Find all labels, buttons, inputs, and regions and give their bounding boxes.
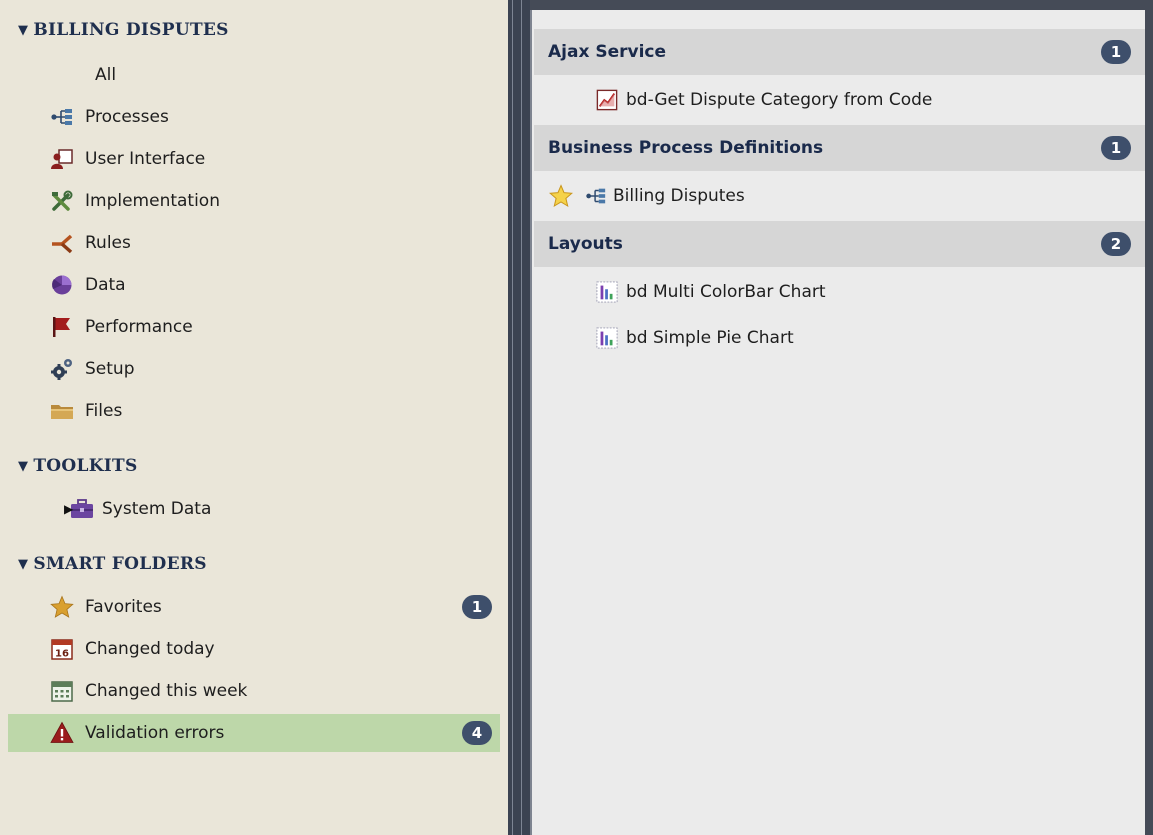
nav-item-label: All: [95, 65, 117, 85]
nav-item-user-interface[interactable]: User Interface: [8, 140, 500, 178]
section-header-toolkits[interactable]: ▼ TOOLKITS: [18, 456, 138, 476]
process-icon: [51, 109, 72, 125]
nav-item-system-data[interactable]: ▶ System Data: [8, 490, 500, 528]
nav-item-label: Performance: [85, 317, 193, 337]
item-label: bd-Get Dispute Category from Code: [626, 90, 933, 110]
group-header-business-process-definitions[interactable]: Business Process Definitions 1: [534, 125, 1145, 171]
group-title: Ajax Service: [548, 42, 667, 62]
list-item-multi-colorbar-chart[interactable]: bd Multi ColorBar Chart: [534, 269, 1145, 315]
group-header-layouts[interactable]: Layouts 2: [534, 221, 1145, 267]
nav-item-files[interactable]: Files: [8, 392, 500, 430]
nav-item-label: Setup: [85, 359, 135, 379]
warning-icon: [50, 721, 74, 743]
item-label: bd Simple Pie Chart: [626, 328, 794, 348]
nav-item-changed-this-week[interactable]: Changed this week: [8, 672, 500, 710]
nav-item-validation-errors[interactable]: Validation errors 4: [8, 714, 500, 752]
group-title: Layouts: [548, 234, 623, 254]
calendar-week-icon: [51, 681, 73, 702]
nav-item-label: Processes: [85, 107, 169, 127]
nav-item-rules[interactable]: Rules: [8, 224, 500, 262]
nav-item-processes[interactable]: Processes: [8, 98, 500, 136]
expand-triangle-icon[interactable]: ▼: [18, 459, 28, 474]
layout-chart-icon: [596, 281, 618, 303]
expand-triangle-icon[interactable]: ▼: [18, 557, 28, 572]
section-title: SMART FOLDERS: [33, 554, 207, 574]
item-label: bd Multi ColorBar Chart: [626, 282, 826, 302]
nav-item-label: Validation errors: [85, 723, 225, 743]
user-interface-icon: [51, 149, 73, 169]
section-title: TOOLKITS: [33, 456, 138, 476]
toolkit-briefcase-icon: [71, 499, 93, 518]
panel-right-edge: [1145, 0, 1153, 835]
group-header-ajax-service[interactable]: Ajax Service 1: [534, 29, 1145, 75]
nav-item-label: User Interface: [85, 149, 206, 169]
implementation-tools-icon: [52, 190, 73, 211]
pane-splitter[interactable]: [508, 0, 530, 835]
folder-icon: [51, 405, 73, 419]
nav-item-label: Data: [85, 275, 126, 295]
rules-icon: [52, 234, 73, 254]
item-label: Billing Disputes: [613, 186, 745, 206]
nav-item-data[interactable]: Data: [8, 266, 500, 304]
setup-gears-icon: [51, 359, 72, 380]
ajax-service-icon: [596, 89, 618, 111]
layout-chart-icon: [596, 327, 618, 349]
artifact-list-panel: Ajax Service 1 bd-Get Dispute Category f…: [530, 10, 1145, 835]
performance-flag-icon: [53, 317, 70, 337]
splitter-rail: [521, 0, 522, 835]
nav-item-performance[interactable]: Performance: [8, 308, 500, 346]
favorite-star-icon[interactable]: [549, 184, 573, 208]
nav-item-setup[interactable]: Setup: [8, 350, 500, 388]
count-badge: 4: [462, 721, 492, 745]
list-item-billing-disputes[interactable]: Billing Disputes: [534, 173, 1145, 219]
section-title: BILLING DISPUTES: [33, 20, 229, 40]
list-item-simple-pie-chart[interactable]: bd Simple Pie Chart: [534, 315, 1145, 361]
calendar-number: 16: [55, 649, 69, 660]
group-title: Business Process Definitions: [548, 138, 824, 158]
expand-triangle-icon[interactable]: ▼: [18, 23, 28, 38]
nav-item-label: Changed today: [85, 639, 215, 659]
group-count-badge: 1: [1101, 136, 1131, 160]
section-header-smart-folders[interactable]: ▼ SMART FOLDERS: [18, 554, 207, 574]
nav-item-label: Files: [85, 401, 123, 421]
count-badge: 1: [462, 595, 492, 619]
calendar-day-icon: 16: [51, 639, 73, 660]
nav-item-label: Implementation: [85, 191, 220, 211]
nav-item-implementation[interactable]: Implementation: [8, 182, 500, 220]
nav-item-changed-today[interactable]: 16 Changed today: [8, 630, 500, 668]
collapsed-arrow-icon[interactable]: ▶: [64, 502, 73, 516]
nav-item-favorites[interactable]: Favorites 1: [8, 588, 500, 626]
list-item-ajax-service[interactable]: bd-Get Dispute Category from Code: [534, 77, 1145, 123]
splitter-rail: [512, 0, 513, 835]
data-icon: [52, 275, 72, 295]
group-count-badge: 2: [1101, 232, 1131, 256]
nav-item-label: Rules: [85, 233, 131, 253]
panel-top-edge: [530, 0, 1153, 10]
star-icon: [50, 595, 74, 618]
process-icon: [586, 188, 606, 204]
nav-item-label: System Data: [102, 499, 212, 519]
nav-item-label: Favorites: [85, 597, 162, 617]
nav-item-all[interactable]: All: [8, 56, 500, 94]
section-header-billing-disputes[interactable]: ▼ BILLING DISPUTES: [18, 20, 229, 40]
group-count-badge: 1: [1101, 40, 1131, 64]
nav-item-label: Changed this week: [85, 681, 248, 701]
library-sidebar: ▼ BILLING DISPUTES All Processes User Int…: [0, 0, 508, 835]
